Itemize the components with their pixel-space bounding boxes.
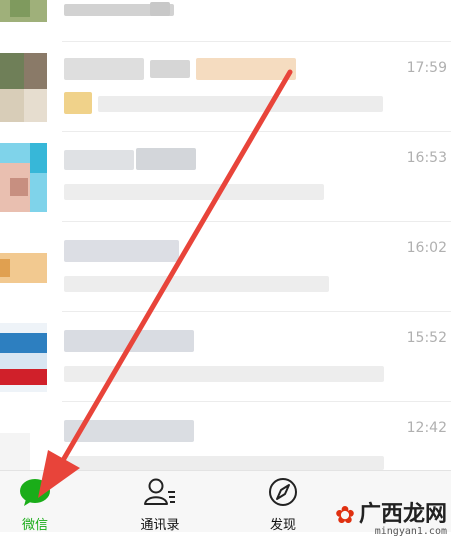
chat-name-blurred bbox=[64, 58, 144, 80]
tab-label: 通讯录 bbox=[140, 518, 180, 533]
chat-name-blurred bbox=[64, 150, 134, 170]
chat-list: 17:59 16:53 16:02 15:52 12:42 bbox=[0, 0, 451, 470]
chat-row[interactable]: 12:42 bbox=[0, 402, 451, 470]
chat-row[interactable]: 16:02 bbox=[0, 222, 451, 312]
tab-discover[interactable]: 发现 bbox=[248, 471, 318, 533]
chat-preview-blurred bbox=[64, 456, 384, 470]
watermark-logo: ✿ 广西龙网 bbox=[334, 501, 447, 529]
avatar bbox=[0, 323, 47, 392]
chat-preview-blurred bbox=[64, 366, 384, 382]
chat-preview-blurred bbox=[64, 184, 324, 200]
watermark-text: 广西龙网 bbox=[358, 502, 447, 527]
watermark: ✿ 广西龙网 mingyan1.com bbox=[334, 496, 447, 537]
watermark-url: mingyan1.com bbox=[374, 526, 447, 537]
avatar bbox=[0, 143, 47, 212]
chat-time: 12:42 bbox=[406, 420, 447, 436]
chat-bubble-icon bbox=[18, 477, 52, 511]
chat-preview-blurred bbox=[64, 92, 92, 114]
chat-name-blurred bbox=[64, 330, 194, 352]
chat-preview-blurred bbox=[98, 96, 383, 112]
chat-preview-blurred bbox=[64, 276, 329, 292]
avatar bbox=[0, 233, 47, 302]
tab-label: 发现 bbox=[269, 518, 296, 533]
avatar bbox=[0, 0, 47, 22]
chat-time: 16:53 bbox=[406, 150, 447, 166]
tab-chats[interactable]: 微信 bbox=[0, 471, 70, 533]
chat-time: 17:59 bbox=[406, 60, 447, 76]
chat-name-blurred bbox=[150, 2, 170, 16]
dragon-logo-icon: ✿ bbox=[334, 501, 355, 529]
avatar bbox=[0, 53, 47, 122]
chat-name-blurred bbox=[64, 240, 179, 262]
contacts-icon bbox=[143, 477, 177, 511]
tab-contacts[interactable]: 通讯录 bbox=[125, 471, 195, 533]
avatar bbox=[0, 413, 47, 470]
chat-name-blurred bbox=[136, 148, 196, 170]
chat-time: 15:52 bbox=[406, 330, 447, 346]
chat-row[interactable] bbox=[0, 0, 451, 42]
chat-name-blurred bbox=[150, 60, 190, 78]
chat-name-blurred bbox=[64, 420, 194, 442]
chat-name-blurred bbox=[196, 58, 296, 80]
chat-time: 16:02 bbox=[406, 240, 447, 256]
compass-icon bbox=[267, 477, 299, 513]
tab-label: 微信 bbox=[21, 518, 48, 533]
chat-row[interactable]: 17:59 bbox=[0, 42, 451, 132]
chat-row[interactable]: 15:52 bbox=[0, 312, 451, 402]
chat-row[interactable]: 16:53 bbox=[0, 132, 451, 222]
